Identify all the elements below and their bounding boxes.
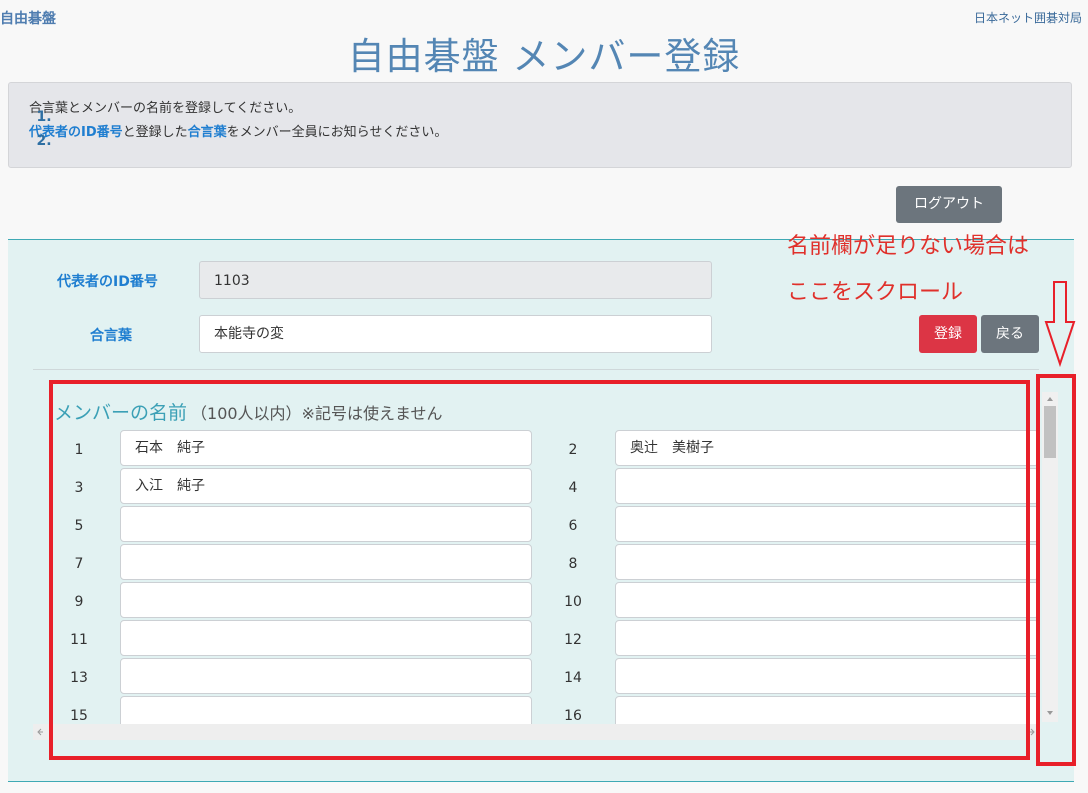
id-field[interactable]: 1103 xyxy=(199,261,712,299)
instruction-text: をメンバー全員にお知らせください。 xyxy=(226,125,448,140)
password-field[interactable]: 本能寺の変 xyxy=(199,315,712,353)
instruction-line-1: 1. 合言葉とメンバーの名前を登録してください。 xyxy=(29,97,302,125)
instruction-text: 合言葉とメンバーの名前を登録してください。 xyxy=(29,101,302,116)
register-button[interactable]: 登録 xyxy=(919,315,977,353)
brand-link[interactable]: 自由碁盤 xyxy=(0,8,56,28)
instruction-line-2: 2. 代表者のID番号と登録した合言葉をメンバー全員にお知らせください。 xyxy=(29,121,448,149)
logout-button[interactable]: ログアウト xyxy=(896,186,1002,223)
instruction-highlight: 合言葉 xyxy=(187,125,227,140)
arrow-down-icon xyxy=(1044,281,1076,368)
instruction-number: 2. xyxy=(36,133,52,149)
instructions-box: 1. 合言葉とメンバーの名前を登録してください。 2. 代表者のID番号と登録した合… xyxy=(8,82,1072,168)
divider xyxy=(33,369,1039,370)
annotation-line-1: 名前欄が足りない場合は xyxy=(787,234,1030,259)
back-button[interactable]: 戻る xyxy=(981,315,1039,353)
instruction-text: と登録した xyxy=(122,125,188,140)
page-title: 自由碁盤 メンバー登録 xyxy=(347,35,741,78)
highlight-box-members xyxy=(49,380,1030,760)
annotation-line-2: ここをスクロール xyxy=(787,280,964,305)
org-link[interactable]: 日本ネット囲碁対局 xyxy=(974,9,1082,26)
highlight-box-scrollbar xyxy=(1036,374,1076,766)
scroll-left-arrow-icon[interactable] xyxy=(37,728,43,736)
password-label: 合言葉 xyxy=(90,328,132,344)
id-label: 代表者のID番号 xyxy=(57,274,158,290)
